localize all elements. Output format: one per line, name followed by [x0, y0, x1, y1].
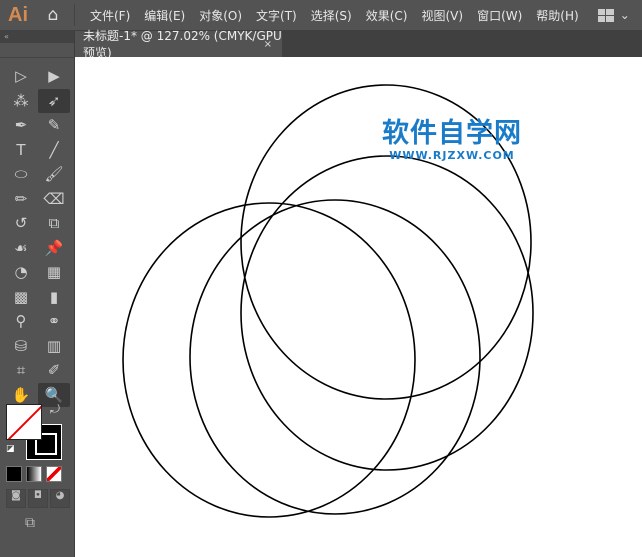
- menu-window[interactable]: 窗口(W): [470, 7, 529, 24]
- draw-inside-icon[interactable]: ◕: [50, 489, 70, 508]
- home-icon[interactable]: ⌂: [36, 5, 70, 25]
- blend-tool-icon: ⚭: [47, 312, 61, 331]
- artboard-tool-icon: ⌗: [16, 361, 26, 380]
- menu-bar: Ai ⌂ 文件(F) 编辑(E) 对象(O) 文字(T) 选择(S) 效果(C)…: [0, 0, 642, 30]
- eraser-tool[interactable]: ⌫: [38, 187, 70, 212]
- pen-tool[interactable]: ✒: [5, 113, 37, 138]
- slice-tool[interactable]: ✐: [38, 358, 70, 383]
- magic-wand-tool-icon: ⁂: [13, 91, 29, 110]
- gradient-button[interactable]: [26, 466, 42, 482]
- eyedropper-tool-icon: ⚲: [15, 312, 27, 331]
- artwork: [122, 84, 534, 518]
- ellipse-tool-icon: ⬭: [14, 165, 28, 184]
- puppet-warp-tool[interactable]: 📌: [38, 236, 70, 261]
- default-colors-icon[interactable]: ◪: [6, 444, 15, 454]
- line-tool-icon: ╱: [49, 140, 59, 159]
- line-tool[interactable]: ╱: [38, 138, 70, 163]
- draw-normal-icon[interactable]: ◙: [6, 489, 26, 508]
- curvature-tool-icon: ✎: [47, 116, 61, 135]
- panel-grip[interactable]: [0, 43, 74, 58]
- color-button[interactable]: [6, 466, 22, 482]
- color-mode: [6, 466, 62, 482]
- symbol-sprayer-tool[interactable]: ⛁: [5, 334, 37, 359]
- pencil-tool[interactable]: ✏: [5, 187, 37, 212]
- pen-tool-icon: ✒: [14, 116, 28, 135]
- ellipse-tool[interactable]: ⬭: [5, 162, 37, 187]
- scale-tool[interactable]: ⧉: [38, 211, 70, 236]
- lasso-tool[interactable]: ➶: [38, 88, 70, 113]
- none-button[interactable]: [46, 466, 62, 482]
- swap-icon[interactable]: ⤾: [50, 402, 60, 417]
- magic-wand-tool[interactable]: ⁂: [5, 89, 37, 114]
- perspective-grid-tool[interactable]: ▦: [38, 260, 70, 285]
- screen-mode-icon[interactable]: ⧉: [25, 515, 35, 531]
- watermark-url: WWW.RJZXW.COM: [389, 149, 515, 162]
- workspace-layout-icon: [597, 8, 614, 22]
- document-tab-title: 未标题-1* @ 127.02% (CMYK/GPU 预览): [83, 29, 282, 60]
- document-tab-bar: 未标题-1* @ 127.02% (CMYK/GPU 预览) ×: [75, 29, 642, 60]
- paintbrush-tool[interactable]: 🖌: [38, 162, 70, 187]
- direct-selection-tool[interactable]: ▶: [38, 64, 70, 89]
- eyedropper-tool[interactable]: ⚲: [5, 309, 37, 334]
- menu-select[interactable]: 选择(S): [304, 7, 359, 24]
- lasso-tool-icon: ➶: [47, 91, 61, 110]
- rotate-tool[interactable]: ↺: [5, 211, 37, 236]
- document-tab[interactable]: 未标题-1* @ 127.02% (CMYK/GPU 预览) ×: [75, 29, 282, 60]
- divider: [74, 4, 75, 26]
- hand-tool-icon: ✋: [11, 385, 31, 404]
- collapse-panel-button[interactable]: «: [0, 30, 74, 43]
- warp-tool-icon: ☙: [14, 238, 28, 257]
- gradient-tool-icon: ▮: [49, 287, 59, 306]
- menu-object[interactable]: 对象(O): [192, 7, 249, 24]
- menu-help[interactable]: 帮助(H): [529, 7, 585, 24]
- type-tool[interactable]: T: [5, 138, 37, 163]
- watermark-logo: 软件自学网 WWW.RJZXW.COM: [382, 118, 522, 163]
- column-graph-tool-icon: ▥: [46, 336, 62, 355]
- puppet-warp-tool-icon: 📌: [44, 238, 64, 257]
- artboard-tool[interactable]: ⌗: [5, 358, 37, 383]
- mesh-tool[interactable]: ▩: [5, 285, 37, 310]
- draw-modes: ◙ ◘ ◕: [6, 489, 70, 508]
- menu-file[interactable]: 文件(F): [83, 7, 137, 24]
- rotate-tool-icon: ↺: [14, 214, 28, 233]
- menu-type[interactable]: 文字(T): [249, 7, 304, 24]
- watermark-title: 软件自学网: [382, 118, 522, 149]
- artboard-canvas[interactable]: 软件自学网 WWW.RJZXW.COM: [75, 57, 642, 557]
- app-logo: Ai: [8, 3, 28, 26]
- menu-effect[interactable]: 效果(C): [359, 7, 415, 24]
- chevron-down-icon: ⌄: [619, 8, 630, 22]
- ellipse-middle[interactable]: [189, 199, 481, 515]
- curvature-tool[interactable]: ✎: [38, 113, 70, 138]
- perspective-grid-tool-icon: ▦: [46, 263, 62, 282]
- type-tool-icon: T: [16, 140, 26, 159]
- mesh-tool-icon: ▩: [13, 287, 29, 306]
- menu-view[interactable]: 视图(V): [414, 7, 470, 24]
- workspace-switcher[interactable]: ⌄: [597, 8, 630, 22]
- fill-swatch-none[interactable]: [6, 404, 42, 440]
- shape-builder-tool[interactable]: ◔: [5, 260, 37, 285]
- selection-tool[interactable]: ▷: [5, 64, 37, 89]
- selection-tool-icon: ▷: [15, 67, 27, 86]
- slice-tool-icon: ✐: [47, 361, 61, 380]
- warp-tool[interactable]: ☙: [5, 236, 37, 261]
- blend-tool[interactable]: ⚭: [38, 309, 70, 334]
- close-icon[interactable]: ×: [264, 39, 272, 50]
- draw-behind-icon[interactable]: ◘: [28, 489, 48, 508]
- shape-builder-tool-icon: ◔: [14, 263, 28, 282]
- pencil-tool-icon: ✏: [14, 189, 28, 208]
- tool-grid: ▷ ▶ ⁂ ➶ ✒ ✎ T ╱ ⬭ 🖌 ✏ ⌫ ↺ ⧉ ☙ 📌 ◔ ▦ ▩ ▮ ⚲ ⚭ ⛁ ▥ ⌗ ✐ ✋ 🔍: [0, 58, 74, 407]
- menu-edit[interactable]: 编辑(E): [137, 7, 192, 24]
- eraser-tool-icon: ⌫: [43, 189, 65, 208]
- symbol-sprayer-tool-icon: ⛁: [14, 336, 28, 355]
- paintbrush-tool-icon: 🖌: [44, 165, 64, 184]
- gradient-tool[interactable]: ▮: [38, 285, 70, 310]
- scale-tool-icon: ⧉: [48, 214, 60, 233]
- column-graph-tool[interactable]: ▥: [38, 334, 70, 359]
- tools-panel: « ▷ ▶ ⁂ ➶ ✒ ✎ T ╱ ⬭ 🖌 ✏ ⌫ ↺ ⧉ ☙ 📌 ◔ ▦ ▩ ▮ ⚲ ⚭ ⛁ ▥ ⌗ ✐ ✋ 🔍 ⤾ ◪ ◙ ◘ ◕…: [0, 30, 75, 557]
- direct-selection-tool-icon: ▶: [48, 67, 60, 86]
